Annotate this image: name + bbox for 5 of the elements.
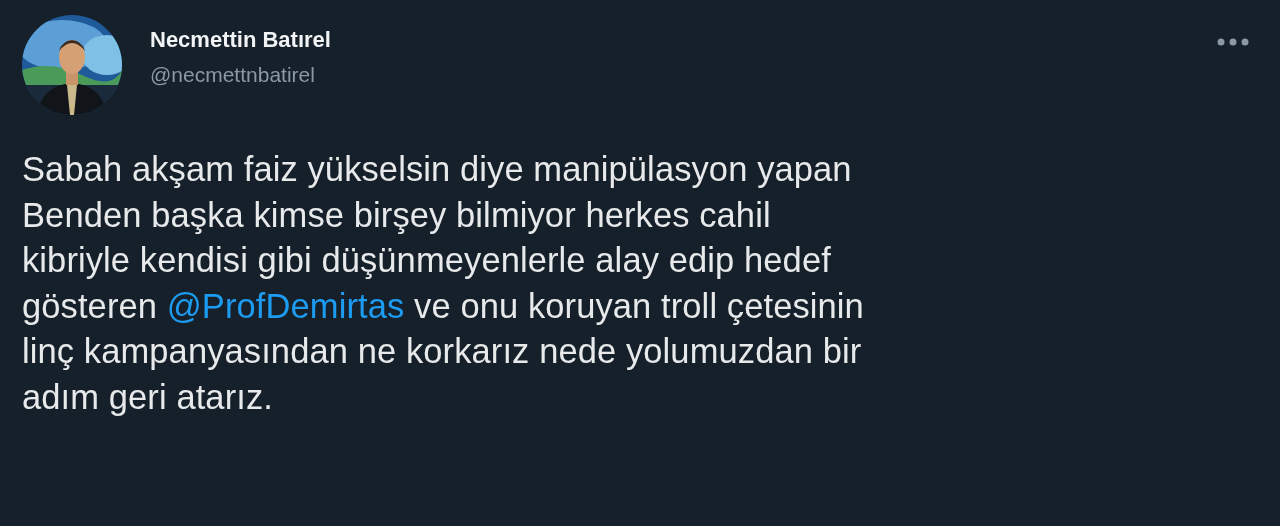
author-name[interactable]: Necmettin Batırel [150, 27, 1188, 53]
author-handle[interactable]: @necmettnbatirel [150, 63, 1188, 87]
tweet-text: Sabah akşam faiz yükselsin diye manipülasyon yapan Benden başka kimse birşey bilmiyor herkes cahil kibriyle kendisi gibi düşünmeyenlerle alay edip hedef gösteren @ProfDemirtas ve onu koruyan troll çetesinin linç kampanyasından ne korkarız nede yolumuzdan bir adım geri atarız. [22, 149, 865, 418]
mention-link[interactable]: @ProfDemirtas [166, 286, 405, 325]
more-options-icon[interactable] [1216, 37, 1250, 47]
